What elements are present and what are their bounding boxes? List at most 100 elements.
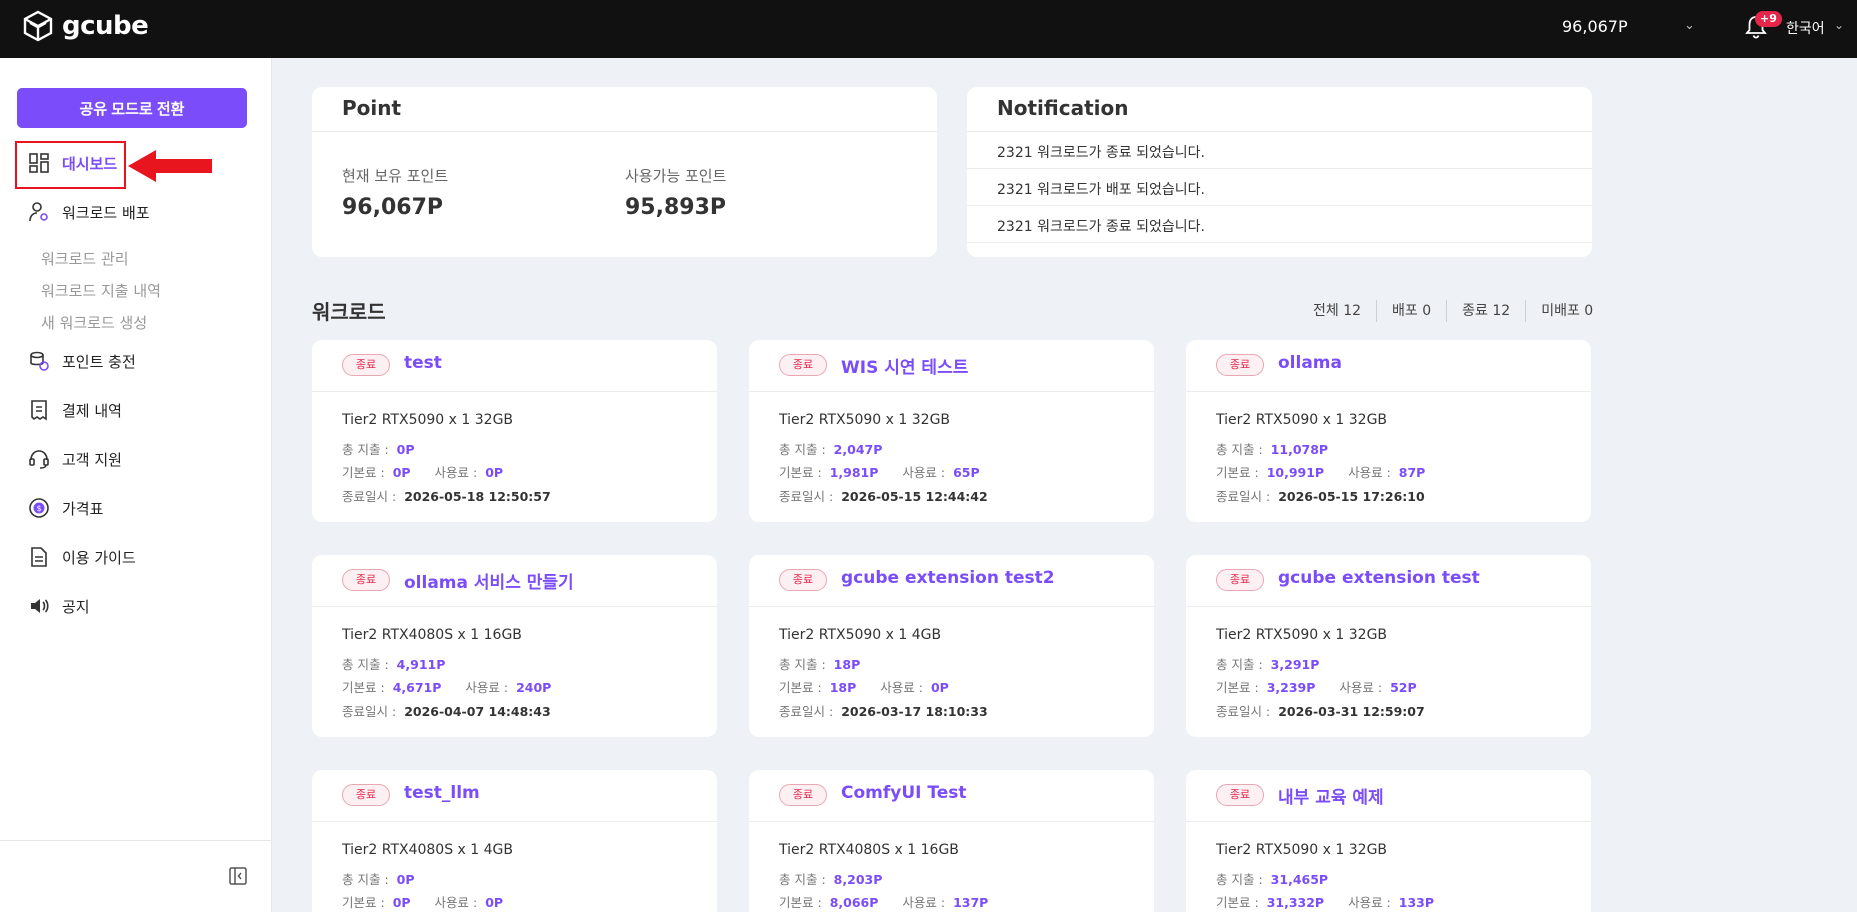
sidebar-item-label: 워크로드 배포 <box>62 203 150 222</box>
usage-label: 사용료 : <box>1339 680 1383 695</box>
current-points-value: 96,067P <box>342 195 444 220</box>
total-value: 0P <box>396 872 415 887</box>
usage-label: 사용료 : <box>434 465 478 480</box>
workload-name[interactable]: 내부 교육 예제 <box>1278 783 1384 808</box>
brand-logo[interactable]: gcube <box>22 10 149 42</box>
usage-value: 240P <box>516 680 552 695</box>
sidebar-sub-item-new-workload[interactable]: 새 워크로드 생성 <box>41 312 147 333</box>
point-panel: Point 현재 보유 포인트 96,067P 사용가능 포인트 95,893P <box>312 87 937 257</box>
filter-ended[interactable]: 종료 12 <box>1446 300 1525 322</box>
language-selector[interactable]: 한국어 <box>1786 18 1825 38</box>
total-label: 총 지출 : <box>779 872 826 887</box>
workload-total-row: 총 지출 : 2,047P <box>779 439 882 458</box>
workload-total-row: 총 지출 : 31,465P <box>1216 869 1328 888</box>
filter-deployed[interactable]: 배포 0 <box>1376 300 1446 322</box>
sidebar-item-guide[interactable]: 이용 가이드 <box>28 546 136 568</box>
cube-logo-icon <box>23 10 53 42</box>
workload-spec: Tier2 RTX5090 x 1 32GB <box>1216 842 1388 858</box>
filter-undeployed[interactable]: 미배포 0 <box>1525 300 1608 322</box>
sidebar-item-price-table[interactable]: $ 가격표 <box>28 497 103 519</box>
sidebar-item-point-charge[interactable]: 포인트 충전 <box>28 350 136 372</box>
workload-card[interactable]: 종료 test_llm Tier2 RTX4080S x 1 4GB 총 지출 … <box>312 770 717 912</box>
sidebar-item-label: 공지 <box>62 597 90 616</box>
total-value: 2,047P <box>833 442 883 457</box>
workload-name[interactable]: test_llm <box>404 783 480 803</box>
workload-total-row: 총 지출 : 4,911P <box>342 654 445 673</box>
workload-name[interactable]: gcube extension test2 <box>841 568 1055 588</box>
usage-label: 사용료 : <box>434 895 478 910</box>
workload-spec: Tier2 RTX5090 x 1 32GB <box>779 412 951 428</box>
sidebar-item-support[interactable]: 고객 지원 <box>28 448 122 470</box>
base-value: 1,981P <box>829 465 879 480</box>
ended-value: 2026-04-07 14:48:43 <box>404 704 551 719</box>
total-value: 8,203P <box>833 872 883 887</box>
workload-total-row: 총 지출 : 0P <box>342 869 415 888</box>
brand-name: gcube <box>62 11 149 41</box>
workload-name[interactable]: WIS 시연 테스트 <box>841 353 968 378</box>
workload-name[interactable]: ollama 서비스 만들기 <box>404 568 574 593</box>
base-label: 기본료 : <box>779 895 822 910</box>
status-badge: 종료 <box>342 569 390 591</box>
base-value: 3,239P <box>1266 680 1316 695</box>
workload-name[interactable]: ComfyUI Test <box>841 783 967 803</box>
status-badge: 종료 <box>779 354 827 376</box>
available-points-value: 95,893P <box>625 195 727 220</box>
workload-total-row: 총 지출 : 11,078P <box>1216 439 1328 458</box>
workload-card[interactable]: 종료 test Tier2 RTX5090 x 1 32GB 총 지출 :0P … <box>312 340 717 522</box>
sidebar-item-notice[interactable]: 공지 <box>28 595 90 617</box>
sidebar-item-label: 대시보드 <box>62 154 118 173</box>
status-badge: 종료 <box>779 784 827 806</box>
workload-card[interactable]: 종료 gcube extension test Tier2 RTX5090 x … <box>1186 555 1591 737</box>
filter-all[interactable]: 전체 12 <box>1298 300 1376 322</box>
workload-card[interactable]: 종료 ollama Tier2 RTX5090 x 1 32GB 총 지출 :1… <box>1186 340 1591 522</box>
points-chevron-down-icon[interactable]: ⌄ <box>1684 18 1695 33</box>
workload-card-header: 종료 test <box>312 340 717 392</box>
workload-fee-row: 기본료 : 1,981P 사용료 : 65P <box>779 462 980 481</box>
dashboard-icon <box>29 153 49 173</box>
status-badge: 종료 <box>342 354 390 376</box>
workload-name[interactable]: ollama <box>1278 353 1342 373</box>
panel-divider <box>967 131 1592 132</box>
point-panel-title: Point <box>342 96 402 120</box>
workload-fee-row: 기본료 : 10,991P 사용료 : 87P <box>1216 462 1425 481</box>
base-value: 0P <box>392 465 411 480</box>
usage-label: 사용료 : <box>902 465 946 480</box>
sidebar-sub-item-workload-manage[interactable]: 워크로드 관리 <box>41 248 129 269</box>
workload-name[interactable]: gcube extension test <box>1278 568 1480 588</box>
red-arrow-pointer-icon <box>128 150 212 182</box>
workload-card[interactable]: 종료 gcube extension test2 Tier2 RTX5090 x… <box>749 555 1154 737</box>
workload-card-header: 종료 test_llm <box>312 770 717 822</box>
base-label: 기본료 : <box>1216 465 1259 480</box>
workload-card[interactable]: 종료 ComfyUI Test Tier2 RTX4080S x 1 16GB … <box>749 770 1154 912</box>
ended-label: 종료일시 : <box>342 704 397 719</box>
usage-label: 사용료 : <box>1348 465 1391 480</box>
sidebar-sub-item-workload-spending[interactable]: 워크로드 지출 내역 <box>41 280 161 301</box>
workload-name[interactable]: test <box>404 353 442 373</box>
workload-ended-row: 종료일시 : 2026-05-15 17:26:10 <box>1216 486 1425 505</box>
sidebar-item-dashboard[interactable]: 대시보드 <box>28 152 117 174</box>
workload-spec: Tier2 RTX5090 x 1 32GB <box>342 412 514 428</box>
share-mode-button[interactable]: 공유 모드로 전환 <box>17 88 247 128</box>
notification-item[interactable]: 2321 워크로드가 종료 되었습니다. <box>997 142 1205 162</box>
notification-item[interactable]: 2321 워크로드가 배포 되었습니다. <box>997 179 1205 199</box>
workload-total-row: 총 지출 : 18P <box>779 654 860 673</box>
workload-spec: Tier2 RTX4080S x 1 16GB <box>779 842 959 858</box>
workload-card[interactable]: 종료 WIS 시연 테스트 Tier2 RTX5090 x 1 32GB 총 지… <box>749 340 1154 522</box>
sidebar-item-payment-history[interactable]: 결제 내역 <box>28 399 122 421</box>
notification-divider <box>967 168 1592 169</box>
workload-card[interactable]: 종료 ollama 서비스 만들기 Tier2 RTX4080S x 1 16G… <box>312 555 717 737</box>
base-value: 31,332P <box>1266 895 1325 910</box>
status-badge: 종료 <box>342 784 390 806</box>
base-label: 기본료 : <box>779 465 822 480</box>
language-chevron-down-icon[interactable]: ⌄ <box>1834 18 1844 32</box>
workload-card[interactable]: 종료 내부 교육 예제 Tier2 RTX5090 x 1 32GB 총 지출 … <box>1186 770 1591 912</box>
collapse-sidebar-icon[interactable] <box>228 866 248 886</box>
ended-value: 2026-03-31 12:59:07 <box>1278 704 1425 719</box>
sidebar-item-label: 가격표 <box>62 499 104 518</box>
sidebar-item-workload-deploy[interactable]: 워크로드 배포 <box>28 201 150 223</box>
base-value: 0P <box>392 895 411 910</box>
header-points[interactable]: 96,067P <box>1562 17 1628 36</box>
notification-panel: Notification 2321 워크로드가 종료 되었습니다. 2321 워… <box>967 87 1592 257</box>
usage-value: 65P <box>953 465 980 480</box>
notification-item[interactable]: 2321 워크로드가 종료 되었습니다. <box>997 216 1205 236</box>
